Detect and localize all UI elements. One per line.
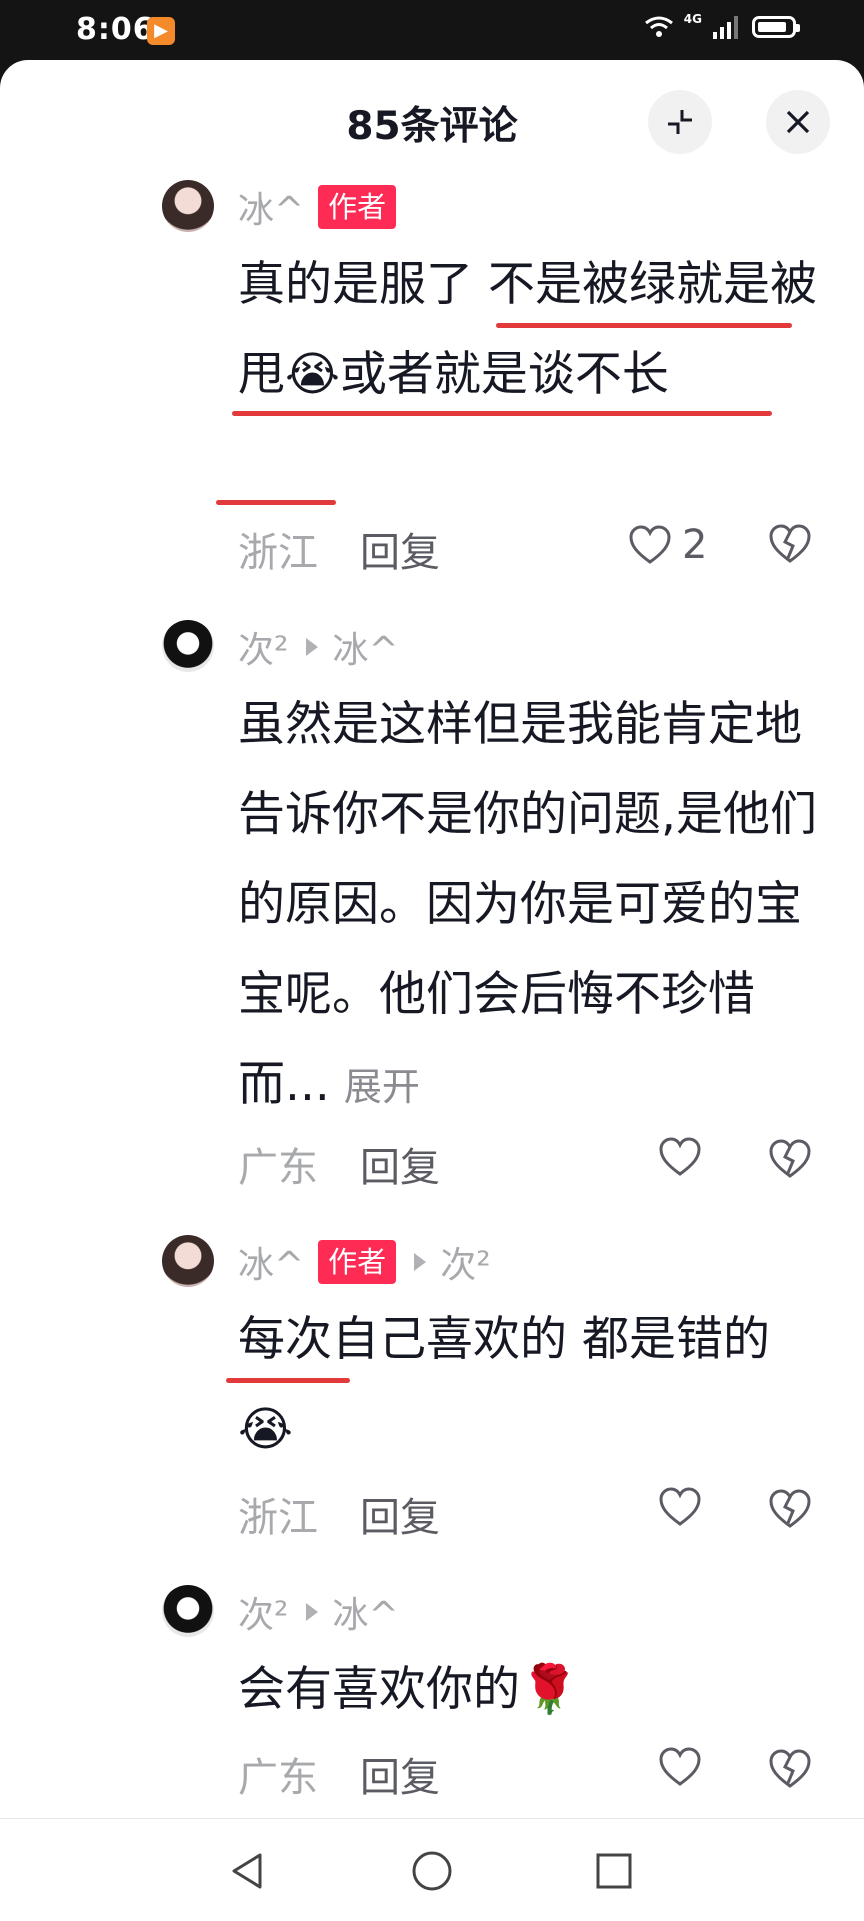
status-icons: 4G — [644, 12, 800, 40]
collapse-icon — [668, 110, 692, 134]
battery-icon — [752, 16, 800, 38]
nav-recents-button[interactable] — [584, 1841, 644, 1901]
broken-heart-icon — [769, 1749, 811, 1788]
heart-icon — [659, 1747, 701, 1786]
heart-icon — [629, 525, 671, 564]
like-button[interactable]: 2 — [628, 522, 707, 568]
username[interactable]: 次² — [238, 1586, 288, 1638]
network-label: 4G — [683, 12, 702, 26]
play-badge-icon: ▶ — [147, 17, 175, 45]
nav-home-button[interactable] — [402, 1841, 462, 1901]
recents-icon — [596, 1853, 632, 1889]
close-icon — [786, 110, 810, 134]
comment-user-row: 次² 冰^ — [238, 1587, 399, 1637]
highlight-underline — [216, 500, 336, 505]
nav-back-button[interactable] — [218, 1841, 278, 1901]
username[interactable]: 冰^ — [238, 181, 304, 233]
comment-text: 每次自己喜欢的 都是错的😭 — [238, 1312, 770, 1457]
dislike-button[interactable] — [768, 1139, 812, 1183]
dislike-button[interactable] — [768, 524, 812, 568]
author-badge: 作者 — [318, 1240, 397, 1284]
comment-meta: 浙江 回复 — [238, 1485, 440, 1543]
close-button[interactable] — [766, 90, 830, 154]
system-nav-bar — [0, 1818, 864, 1921]
heart-icon — [659, 1137, 701, 1176]
reply-arrow-icon — [414, 1253, 427, 1271]
reply-to-user[interactable]: 冰^ — [332, 621, 398, 673]
like-count: 2 — [682, 522, 708, 568]
comment-location: 浙江 — [238, 1495, 318, 1541]
reply-arrow-icon — [306, 1603, 319, 1621]
heart-icon — [659, 1487, 701, 1526]
avatar[interactable] — [162, 1585, 214, 1637]
comment-location: 广东 — [238, 1755, 318, 1801]
reply-to-user[interactable]: 冰^ — [332, 1586, 398, 1638]
reply-button[interactable]: 回复 — [360, 520, 440, 578]
like-button[interactable] — [658, 1137, 702, 1177]
reply-button[interactable]: 回复 — [360, 1135, 440, 1193]
username[interactable]: 次² — [238, 621, 288, 673]
author-badge: 作者 — [318, 185, 397, 229]
comment-user-row: 次² 冰^ — [238, 622, 399, 672]
sheet-title: 85条评论 — [346, 104, 518, 149]
comment-sheet: 85条评论 冰^ 作者 真的是服了 不是被绿就是被甩😭或者就是谈不长 浙江 回复 — [0, 60, 864, 1920]
wifi-icon — [644, 16, 673, 37]
back-icon — [232, 1853, 262, 1889]
dislike-button[interactable] — [768, 1489, 812, 1533]
comment-text: 虽然是这样但是我能肯定地告诉你不是你的问题,是他们的原因。因为你是可爱的宝宝呢。… — [238, 680, 818, 1132]
reply-to-user[interactable]: 次² — [440, 1236, 490, 1288]
status-bar: 8:06 ▶ 4G — [0, 0, 864, 60]
signal-icon — [713, 16, 738, 39]
comment-meta: 广东 回复 — [238, 1745, 440, 1803]
collapse-button[interactable] — [648, 90, 712, 154]
highlight-underline — [226, 1378, 350, 1383]
like-button[interactable] — [658, 1487, 702, 1527]
comment-meta: 广东 回复 — [238, 1135, 440, 1193]
avatar[interactable] — [162, 620, 214, 672]
reply-arrow-icon — [306, 638, 319, 656]
avatar[interactable] — [162, 1235, 214, 1287]
reply-button[interactable]: 回复 — [360, 1485, 440, 1543]
dislike-button[interactable] — [768, 1749, 812, 1793]
comment-user-row: 冰^ 作者 — [238, 181, 397, 233]
home-icon — [412, 1851, 452, 1891]
expand-button[interactable]: 展开 — [344, 1065, 420, 1109]
comment-meta: 浙江 回复 — [238, 520, 440, 578]
comment-text: 会有喜欢你的🌹 — [238, 1662, 579, 1717]
broken-heart-icon — [769, 1489, 811, 1528]
sheet-header: 85条评论 — [0, 60, 864, 178]
highlight-underline — [496, 323, 792, 328]
highlight-underline — [232, 411, 772, 416]
reply-button[interactable]: 回复 — [360, 1745, 440, 1803]
comment-user-row: 冰^ 作者 次² — [238, 1237, 491, 1287]
broken-heart-icon — [769, 1139, 811, 1178]
avatar[interactable] — [162, 180, 214, 232]
comment-body: 虽然是这样但是我能肯定地告诉你不是你的问题,是他们的原因。因为你是可爱的宝宝呢。… — [238, 697, 817, 1112]
username[interactable]: 冰^ — [238, 1236, 304, 1288]
broken-heart-icon — [769, 524, 811, 563]
comment-location: 广东 — [238, 1145, 318, 1191]
like-button[interactable] — [658, 1747, 702, 1787]
comment-text: 真的是服了 不是被绿就是被甩😭或者就是谈不长 — [238, 257, 817, 402]
status-time: 8:06 — [76, 12, 155, 47]
comment-location: 浙江 — [238, 530, 318, 576]
